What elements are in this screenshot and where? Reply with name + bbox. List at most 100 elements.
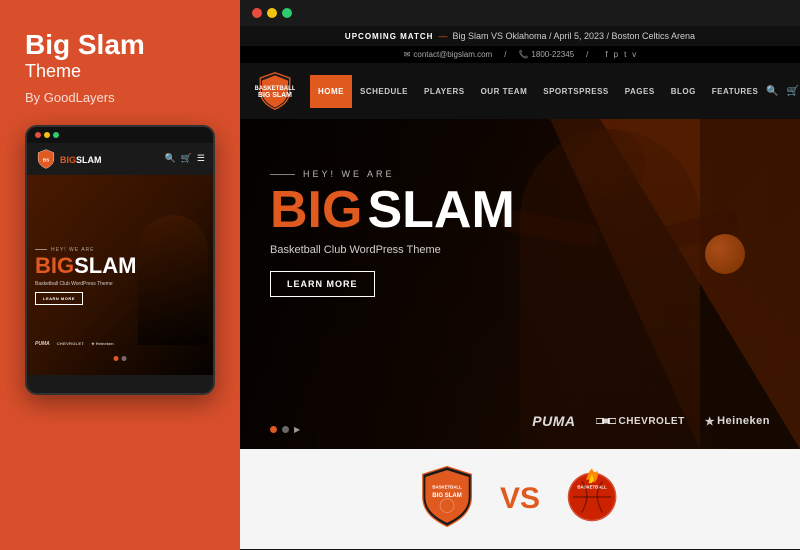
nav-item-blog[interactable]: BLOG bbox=[663, 75, 704, 108]
mobile-slider-dot-1 bbox=[122, 356, 127, 361]
svg-text:BASKETBALL: BASKETBALL bbox=[577, 484, 607, 489]
svg-text:BASKETBALL: BASKETBALL bbox=[255, 85, 295, 92]
contact-bar: ✉ contact@bigslam.com / 📞 1800-22345 / f… bbox=[240, 46, 800, 63]
mobile-logo: BS BIGSLAM bbox=[35, 148, 102, 170]
nav-logo: BASKETBALL BIG SLAM bbox=[255, 63, 295, 119]
desktop-dot-red bbox=[252, 8, 262, 18]
svg-text:BS: BS bbox=[43, 157, 50, 162]
desktop-dot-green bbox=[282, 8, 292, 18]
email-text: contact@bigslam.com bbox=[413, 50, 492, 59]
mobile-dot-yellow bbox=[44, 132, 50, 138]
contact-email: ✉ contact@bigslam.com bbox=[404, 50, 493, 59]
nav-right: 🔍 🛒 bbox=[766, 86, 799, 97]
mobile-big-label: BIG bbox=[60, 155, 76, 165]
announce-text: Big Slam VS Oklahoma / April 5, 2023 / B… bbox=[452, 31, 695, 41]
mobile-learn-button[interactable]: LEARN MORE bbox=[35, 292, 83, 305]
social-vimeo-icon[interactable]: v bbox=[632, 50, 636, 59]
mobile-dot-red bbox=[35, 132, 41, 138]
contact-divider2: / bbox=[586, 50, 588, 59]
social-twitter-icon[interactable]: t bbox=[624, 50, 626, 59]
right-panel: UPCOMING MATCH — Big Slam VS Oklahoma / … bbox=[240, 0, 800, 550]
team2-logo-icon: BASKETBALL bbox=[560, 464, 625, 529]
sponsor-chevrolet: CHEVROLET bbox=[596, 415, 685, 427]
desktop-dot-yellow bbox=[267, 8, 277, 18]
slider-arrow-right[interactable]: ▶ bbox=[294, 425, 300, 434]
mobile-nav-icons: 🔍 🛒 ☰ bbox=[164, 153, 205, 164]
mobile-brand: BIGSLAM bbox=[60, 150, 102, 168]
announce-bar: UPCOMING MATCH — Big Slam VS Oklahoma / … bbox=[240, 26, 800, 46]
mobile-mockup: BS BIGSLAM 🔍 🛒 ☰ HEY! WE ARE bbox=[25, 125, 215, 395]
mobile-big-hero: BIG bbox=[35, 253, 74, 279]
social-pinterest-icon[interactable]: p bbox=[614, 50, 618, 59]
hero-title-row: BIG SLAM bbox=[270, 184, 515, 236]
puma-text: PUMA bbox=[532, 413, 575, 429]
team2-logo: BASKETBALL bbox=[560, 464, 625, 534]
website-content: UPCOMING MATCH — Big Slam VS Oklahoma / … bbox=[240, 26, 800, 550]
nav-item-our-team[interactable]: OUR TEAM bbox=[473, 75, 536, 108]
mobile-search-icon[interactable]: 🔍 bbox=[164, 153, 175, 164]
nav-item-schedule[interactable]: SCHEDULE bbox=[352, 75, 416, 108]
announce-dash: — bbox=[438, 31, 447, 41]
mobile-sponsor-puma: PUMA bbox=[35, 341, 50, 347]
nav-item-pages[interactable]: PAGES bbox=[617, 75, 663, 108]
mobile-cart-icon[interactable]: 🛒 bbox=[181, 153, 192, 164]
svg-text:BIG SLAM: BIG SLAM bbox=[432, 493, 462, 499]
hero-learn-button[interactable]: LEARN MORE bbox=[270, 271, 375, 297]
player-head bbox=[575, 129, 645, 199]
sponsor-puma: PUMA bbox=[532, 413, 575, 429]
social-facebook-icon[interactable]: f bbox=[605, 50, 607, 59]
mobile-tagline: Basketball Club WordPress Theme bbox=[35, 281, 136, 287]
nav-logo-icon: BASKETBALL BIG SLAM bbox=[255, 71, 295, 111]
heineken-text: Heineken bbox=[717, 415, 770, 427]
mobile-hero-text: HEY! WE ARE BIG SLAM Basketball Club Wor… bbox=[35, 247, 136, 305]
desktop-top-bar bbox=[240, 0, 800, 26]
nav-cart-icon[interactable]: 🛒 bbox=[787, 86, 799, 97]
mobile-player-silhouette bbox=[138, 215, 208, 345]
mobile-title-row: BIG SLAM bbox=[35, 253, 136, 279]
social-icons: f p t v bbox=[605, 50, 636, 59]
basketball bbox=[705, 234, 745, 274]
mobile-menu-icon[interactable]: ☰ bbox=[197, 153, 205, 164]
mobile-dot-green bbox=[53, 132, 59, 138]
mobile-dots bbox=[35, 132, 59, 138]
mobile-sponsors: PUMA CHEVROLET ★ Heineken bbox=[35, 341, 114, 347]
hero-content: HEY! WE ARE BIG SLAM Basketball Club Wor… bbox=[270, 169, 515, 297]
svg-text:BASKETBALL: BASKETBALL bbox=[432, 484, 462, 489]
hero-slam-text: SLAM bbox=[367, 184, 514, 236]
chevrolet-text: CHEVROLET bbox=[619, 416, 685, 427]
mobile-sponsor-chevrolet: CHEVROLET bbox=[57, 341, 84, 346]
nav-item-features[interactable]: FEATURES bbox=[704, 75, 767, 108]
mobile-hero: HEY! WE ARE BIG SLAM Basketball Club Wor… bbox=[27, 175, 213, 375]
sponsors-row: PUMA CHEVROLET ★ Heineken bbox=[532, 413, 770, 429]
hero-tagline: Basketball Club WordPress Theme bbox=[270, 244, 515, 256]
mobile-slider-nav bbox=[114, 356, 127, 361]
title-text: Big Slam bbox=[25, 30, 215, 61]
nav-search-icon[interactable]: 🔍 bbox=[766, 86, 778, 97]
nav-item-sportspress[interactable]: SPORTSPRESS bbox=[535, 75, 617, 108]
mobile-slam-label: SLAM bbox=[76, 155, 102, 165]
subtitle-text: Theme bbox=[25, 61, 215, 82]
slider-dot-1 bbox=[282, 426, 289, 433]
nav-item-home[interactable]: HOME bbox=[310, 75, 352, 108]
hero-hey: HEY! WE ARE bbox=[270, 169, 515, 179]
slider-dot-active bbox=[270, 426, 277, 433]
email-icon: ✉ bbox=[404, 50, 411, 59]
contact-phone: 📞 1800-22345 bbox=[518, 50, 574, 59]
chevrolet-icon bbox=[596, 415, 616, 427]
phone-icon: 📞 bbox=[518, 50, 528, 59]
svg-text:BIG SLAM: BIG SLAM bbox=[258, 92, 292, 99]
nav-item-players[interactable]: PLAYERS bbox=[416, 75, 473, 108]
by-text: By GoodLayers bbox=[25, 90, 215, 105]
main-nav: BASKETBALL BIG SLAM HOME SCHEDULE PLAYER… bbox=[240, 63, 800, 119]
nav-items: HOME SCHEDULE PLAYERS OUR TEAM SPORTSPRE… bbox=[310, 75, 766, 108]
hero-section: HEY! WE ARE BIG SLAM Basketball Club Wor… bbox=[240, 119, 800, 449]
mobile-hey-line bbox=[35, 249, 47, 250]
match-label: UPCOMING MATCH bbox=[345, 32, 434, 41]
mobile-logo-icon: BS bbox=[35, 148, 57, 170]
hero-big-text: BIG bbox=[270, 184, 362, 236]
mobile-top-bar bbox=[27, 127, 213, 143]
mobile-nav: BS BIGSLAM 🔍 🛒 ☰ bbox=[27, 143, 213, 175]
mobile-sponsor-heineken: ★ Heineken bbox=[91, 341, 113, 346]
slider-nav: ▶ bbox=[270, 425, 300, 434]
team1-logo: BASKETBALL BIG SLAM bbox=[415, 464, 480, 534]
